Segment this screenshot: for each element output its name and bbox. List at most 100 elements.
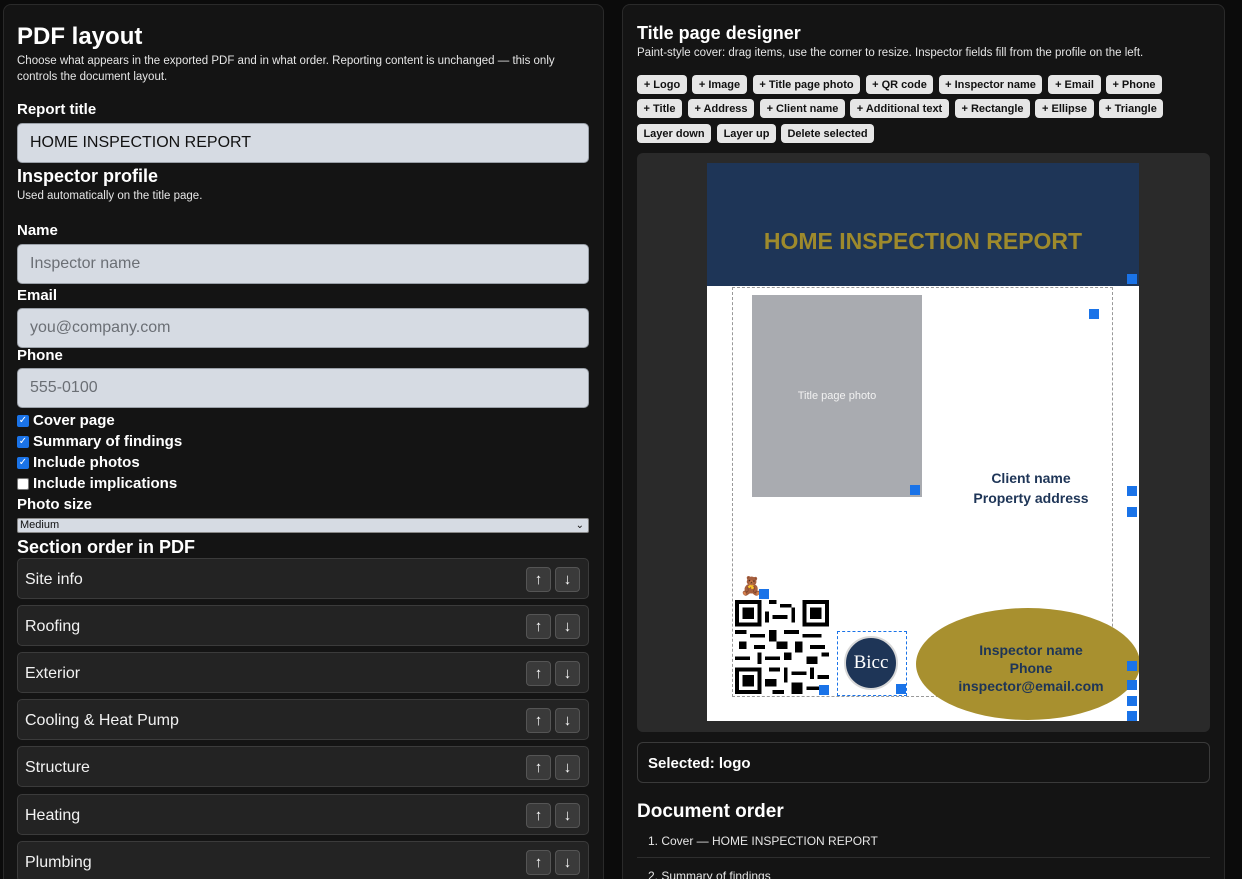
checkbox-label: Include photos	[33, 454, 140, 471]
checkbox-label: Summary of findings	[33, 433, 183, 450]
photo-size-value: Medium	[20, 519, 60, 531]
add-address-button[interactable]: + Address	[688, 99, 754, 118]
design-canvas: HOME INSPECTION REPORT Title page photo …	[637, 153, 1210, 732]
delete-selected-button[interactable]: Delete selected	[781, 124, 874, 143]
section-row-cooling-heat-pump[interactable]: Cooling & Heat Pump ↑ ↓	[17, 699, 589, 740]
move-up-button[interactable]: ↑	[526, 755, 551, 780]
section-order-heading: Section order in PDF	[17, 537, 196, 557]
designer-description: Paint-style cover: drag items, use the c…	[637, 47, 1144, 59]
resize-handle[interactable]	[1127, 661, 1137, 671]
add-logo-button[interactable]: + Logo	[637, 75, 687, 94]
move-down-button[interactable]: ↓	[555, 567, 580, 592]
move-down-button[interactable]: ↓	[555, 708, 580, 733]
pdf-layout-panel: PDF layout Choose what appears in the ex…	[3, 4, 604, 879]
resize-handle[interactable]	[896, 684, 906, 694]
resize-handle[interactable]	[1127, 486, 1137, 496]
photo-size-label: Photo size	[17, 496, 93, 513]
divider	[637, 857, 1210, 858]
move-down-button[interactable]: ↓	[555, 850, 580, 875]
add-ellipse-button[interactable]: + Ellipse	[1035, 99, 1094, 118]
report-title-input[interactable]: HOME INSPECTION REPORT	[17, 123, 589, 163]
email-label: Email	[17, 287, 58, 304]
move-up-button[interactable]: ↑	[526, 567, 551, 592]
section-row-plumbing[interactable]: Plumbing ↑ ↓	[17, 841, 589, 879]
add-triangle-button[interactable]: + Triangle	[1099, 99, 1163, 118]
add-rectangle-button[interactable]: + Rectangle	[955, 99, 1030, 118]
inspector-info-text[interactable]: Inspector name Phone inspector@email.com	[937, 641, 1125, 695]
document-order-heading: Document order	[637, 801, 784, 822]
add-title-button[interactable]: + Title	[637, 99, 682, 118]
chevron-down-icon: ⌄	[575, 520, 584, 531]
add-qr-code-button[interactable]: + QR code	[866, 75, 933, 94]
add-additional-text-button[interactable]: + Additional text	[850, 99, 949, 118]
section-name: Plumbing	[25, 854, 92, 871]
title-banner[interactable]: HOME INSPECTION REPORT	[707, 163, 1139, 286]
checkbox-include-implications[interactable]: Include implications	[17, 475, 177, 492]
checkbox-label: Include implications	[33, 475, 178, 492]
section-row-structure[interactable]: Structure ↑ ↓	[17, 746, 589, 787]
inspector-name-text: Inspector name	[979, 642, 1083, 658]
move-up-button[interactable]: ↑	[526, 661, 551, 686]
section-name: Structure	[25, 759, 90, 776]
qr-code[interactable]	[735, 599, 829, 695]
add-title-page-photo-button[interactable]: + Title page photo	[753, 75, 860, 94]
checkbox-include-photos[interactable]: ✓ Include photos	[17, 454, 140, 471]
section-name: Roofing	[25, 618, 81, 635]
move-up-button[interactable]: ↑	[526, 803, 551, 828]
resize-handle[interactable]	[1127, 274, 1137, 284]
section-name: Cooling & Heat Pump	[25, 712, 179, 729]
email-input[interactable]: you@company.com	[17, 308, 589, 348]
checkbox-unchecked-icon	[17, 477, 29, 490]
add-email-button[interactable]: + Email	[1048, 75, 1101, 94]
phone-label: Phone	[17, 347, 63, 364]
add-client-name-button[interactable]: + Client name	[760, 99, 845, 118]
resize-handle[interactable]	[819, 685, 829, 695]
resize-handle[interactable]	[1127, 507, 1137, 517]
title-page-photo[interactable]: Title page photo	[752, 295, 922, 497]
move-down-button[interactable]: ↓	[555, 803, 580, 828]
add-image-button[interactable]: + Image	[692, 75, 747, 94]
checkbox-cover-page[interactable]: ✓ Cover page	[17, 412, 115, 429]
section-row-exterior[interactable]: Exterior ↑ ↓	[17, 652, 589, 693]
checkbox-checked-icon: ✓	[17, 414, 29, 427]
pdf-layout-title: PDF layout	[17, 23, 143, 50]
photo-size-select[interactable]: Medium ⌄	[17, 518, 589, 533]
resize-handle[interactable]	[1089, 309, 1099, 319]
resize-handle[interactable]	[1127, 680, 1137, 690]
report-title-label: Report title	[17, 101, 97, 118]
section-row-roofing[interactable]: Roofing ↑ ↓	[17, 605, 589, 646]
move-up-button[interactable]: ↑	[526, 708, 551, 733]
section-name: Site info	[25, 571, 83, 588]
move-down-button[interactable]: ↓	[555, 755, 580, 780]
inspector-profile-heading: Inspector profile	[17, 166, 159, 186]
section-row-site-info[interactable]: Site info ↑ ↓	[17, 558, 589, 599]
move-up-button[interactable]: ↑	[526, 614, 551, 639]
checkbox-summary-of-findings[interactable]: ✓ Summary of findings	[17, 433, 182, 450]
move-down-button[interactable]: ↓	[555, 661, 580, 686]
resize-handle[interactable]	[910, 485, 920, 495]
section-name: Heating	[25, 807, 81, 824]
layer-down-button[interactable]: Layer down	[637, 124, 711, 143]
pdf-layout-description: Choose what appears in the exported PDF …	[17, 55, 555, 83]
resize-handle[interactable]	[1127, 696, 1137, 706]
selected-element-status: Selected: logo	[637, 742, 1210, 783]
inspector-phone-text: Phone	[1009, 660, 1053, 676]
banner-title-text: HOME INSPECTION REPORT	[763, 228, 1083, 254]
resize-handle[interactable]	[1127, 711, 1137, 721]
title-page[interactable]: HOME INSPECTION REPORT Title page photo …	[707, 163, 1139, 721]
name-input[interactable]: Inspector name	[17, 244, 589, 284]
resize-handle[interactable]	[759, 589, 769, 599]
logo[interactable]: Bicc	[844, 636, 898, 690]
document-order-item: 1. Cover — HOME INSPECTION REPORT	[648, 834, 878, 848]
add-inspector-name-button[interactable]: + Inspector name	[939, 75, 1042, 94]
layer-up-button[interactable]: Layer up	[717, 124, 776, 143]
add-phone-button[interactable]: + Phone	[1106, 75, 1162, 94]
designer-title: Title page designer	[637, 23, 801, 43]
client-info-text[interactable]: Client name Property address	[957, 468, 1105, 508]
checkbox-checked-icon: ✓	[17, 456, 29, 469]
phone-input[interactable]: 555-0100	[17, 368, 589, 408]
move-up-button[interactable]: ↑	[526, 850, 551, 875]
move-down-button[interactable]: ↓	[555, 614, 580, 639]
section-row-heating[interactable]: Heating ↑ ↓	[17, 794, 589, 835]
property-address-text: Property address	[973, 490, 1089, 506]
